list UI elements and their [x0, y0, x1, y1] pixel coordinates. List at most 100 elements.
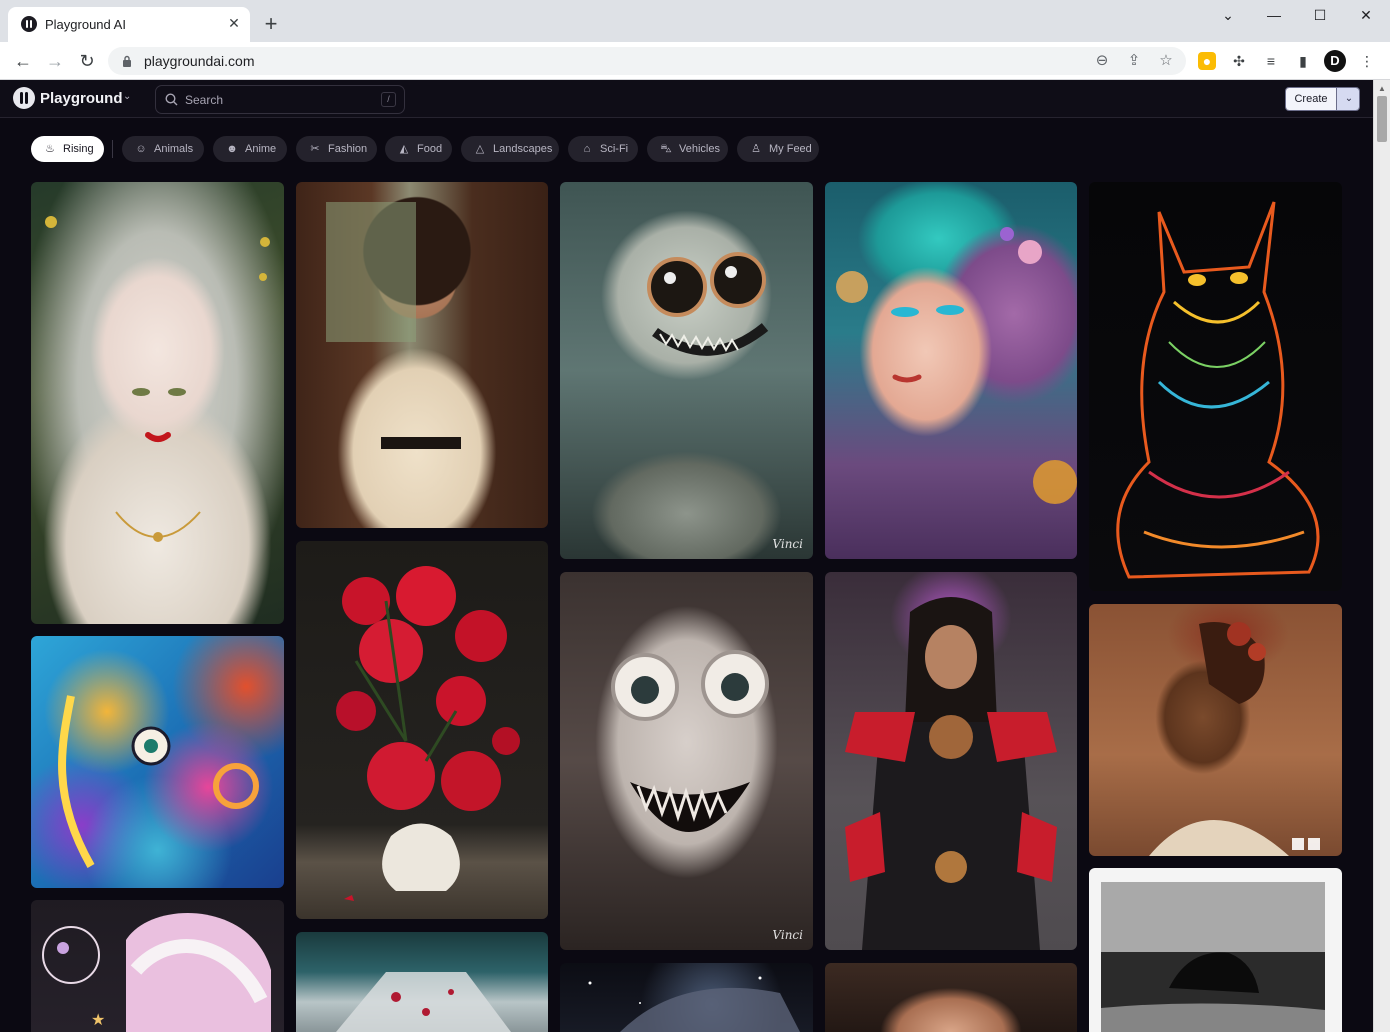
browser-tabstrip: Playground AI ✕ + ⌄ — ☐ ✕ — [0, 0, 1390, 42]
expand-icon[interactable] — [1292, 838, 1304, 850]
playground-favicon-icon — [21, 16, 37, 32]
image-card[interactable] — [1089, 604, 1342, 856]
tab-search-chevron-icon[interactable]: ⌄ — [1218, 6, 1238, 24]
side-panel-icon[interactable]: ▮ — [1294, 52, 1312, 70]
page-scrollbar[interactable]: ▲ — [1373, 80, 1390, 1032]
chip-vehicles[interactable]: ⛍ Vehicles — [647, 136, 728, 162]
brand-name[interactable]: Playground — [40, 90, 123, 107]
image-card[interactable] — [31, 636, 284, 888]
zoom-icon[interactable]: ⊖ — [1093, 52, 1111, 70]
samurai-warrior-artwork — [845, 597, 1057, 950]
tab-close-icon[interactable]: ✕ — [226, 15, 242, 31]
create-button[interactable]: Create — [1286, 88, 1336, 110]
chip-label: Rising — [63, 143, 94, 155]
image-card[interactable] — [296, 182, 548, 528]
artist-signature: Vinci — [772, 928, 803, 942]
chip-label: Sci-Fi — [600, 143, 629, 155]
new-tab-button[interactable]: + — [259, 13, 283, 37]
chip-my-feed[interactable]: ♙ My Feed — [737, 136, 819, 162]
brand-chevron-down-icon[interactable]: ⌄ — [123, 91, 131, 102]
playground-logo-icon[interactable] — [13, 87, 35, 109]
artist-signature: Vinci — [772, 537, 803, 551]
url-text: playgroundai.com — [144, 53, 255, 69]
site-header: Playground ⌄ Search / Create ⌄ — [0, 80, 1390, 118]
chip-label: Vehicles — [679, 143, 720, 155]
chip-animals[interactable]: ☺ Animals — [122, 136, 204, 162]
flame-icon: ♨ — [45, 143, 55, 155]
image-card[interactable]: Vinci — [560, 572, 813, 950]
jeweled-woman-artwork — [836, 227, 1077, 504]
image-card[interactable] — [825, 182, 1077, 559]
image-card[interactable] — [31, 182, 284, 624]
search-icon — [165, 93, 178, 106]
search-shortcut-hint: / — [381, 92, 396, 107]
image-card[interactable]: ★ — [31, 900, 284, 1032]
user-icon: ♙ — [751, 143, 761, 155]
animal-icon: ☺ — [135, 143, 147, 155]
address-toolbar: ← → ↻ playgroundai.com ⊖ ⇪ ☆ ● ✣ ≡ ▮ D ⋮ — [0, 42, 1390, 80]
browser-tab[interactable]: Playground AI ✕ — [8, 7, 250, 42]
chip-anime[interactable]: ☻ Anime — [213, 136, 287, 162]
forward-arrow-icon[interactable]: → — [44, 50, 66, 72]
chip-divider — [112, 140, 113, 158]
mountain-icon: △ — [475, 143, 485, 155]
maximize-window-icon[interactable]: ☐ — [1310, 6, 1330, 24]
chip-label: Anime — [245, 143, 277, 155]
extension-icon[interactable]: ● — [1198, 52, 1216, 70]
image-card[interactable] — [825, 963, 1077, 1032]
chip-rising[interactable]: ♨ Rising — [31, 136, 104, 162]
food-icon: ◭ — [399, 143, 409, 155]
red-peonies-artwork — [336, 566, 520, 901]
chip-label: My Feed — [769, 143, 812, 155]
bookmark-star-icon[interactable]: ☆ — [1157, 52, 1175, 70]
scrollbar-thumb[interactable] — [1377, 96, 1387, 142]
search-placeholder: Search — [185, 93, 224, 107]
image-card[interactable] — [296, 932, 548, 1032]
create-dropdown-chevron-icon[interactable]: ⌄ — [1336, 88, 1359, 110]
omnibox[interactable]: playgroundai.com ⊖ ⇪ ☆ — [108, 47, 1186, 75]
chip-label: Animals — [154, 143, 194, 155]
close-window-icon[interactable]: ✕ — [1356, 6, 1376, 24]
anime-icon: ☻ — [226, 143, 238, 155]
back-arrow-icon[interactable]: ← — [12, 50, 34, 72]
chip-sci-fi[interactable]: ⌂ Sci-Fi — [568, 136, 638, 162]
sci-fi-portrait-artwork — [336, 972, 511, 1032]
woman-with-roses-artwork — [1149, 622, 1320, 856]
scroll-up-arrow-icon[interactable]: ▲ — [1378, 84, 1386, 93]
tab-title: Playground AI — [45, 17, 126, 32]
neon-cat-artwork — [1116, 201, 1320, 579]
image-card[interactable] — [560, 963, 813, 1032]
chip-fashion[interactable]: ✂ Fashion — [296, 136, 377, 162]
furry-creature-artwork — [647, 252, 769, 356]
lock-icon — [123, 55, 131, 67]
chrome-menu-icon[interactable]: ⋮ — [1358, 52, 1376, 70]
image-card[interactable] — [1089, 182, 1342, 591]
reload-icon[interactable]: ↻ — [76, 50, 98, 72]
seascape-artwork — [1101, 882, 1325, 1032]
chip-food[interactable]: ◭ Food — [385, 136, 452, 162]
svg-text:★: ★ — [91, 1012, 105, 1029]
chip-landscapes[interactable]: △ Landscapes — [461, 136, 559, 162]
extensions-puzzle-icon[interactable]: ✣ — [1230, 52, 1248, 70]
rocket-icon: ⌂ — [583, 143, 591, 155]
share-icon[interactable]: ⇪ — [1125, 52, 1143, 70]
media-queue-icon[interactable]: ≡ — [1262, 52, 1280, 70]
chip-label: Landscapes — [493, 143, 553, 155]
image-card[interactable] — [1089, 868, 1342, 1032]
image-card[interactable]: Vinci — [560, 182, 813, 559]
car-icon: ⛍ — [660, 143, 672, 155]
smiling-monster-artwork — [611, 650, 769, 832]
image-card[interactable] — [296, 541, 548, 919]
search-input[interactable]: Search / — [155, 85, 405, 114]
create-button-group: Create ⌄ — [1285, 87, 1360, 111]
pink-hair-girl-artwork: ★ — [42, 912, 271, 1032]
chip-label: Food — [417, 143, 443, 155]
portrait-artwork — [45, 216, 270, 542]
profile-avatar[interactable]: D — [1324, 50, 1346, 72]
more-icon[interactable] — [1308, 838, 1320, 850]
psychedelic-face-artwork — [58, 695, 259, 868]
woman-in-dress-artwork — [326, 202, 461, 449]
minimize-window-icon[interactable]: — — [1264, 6, 1284, 24]
image-card[interactable] — [825, 572, 1077, 950]
space-fantasy-artwork — [588, 976, 800, 1032]
